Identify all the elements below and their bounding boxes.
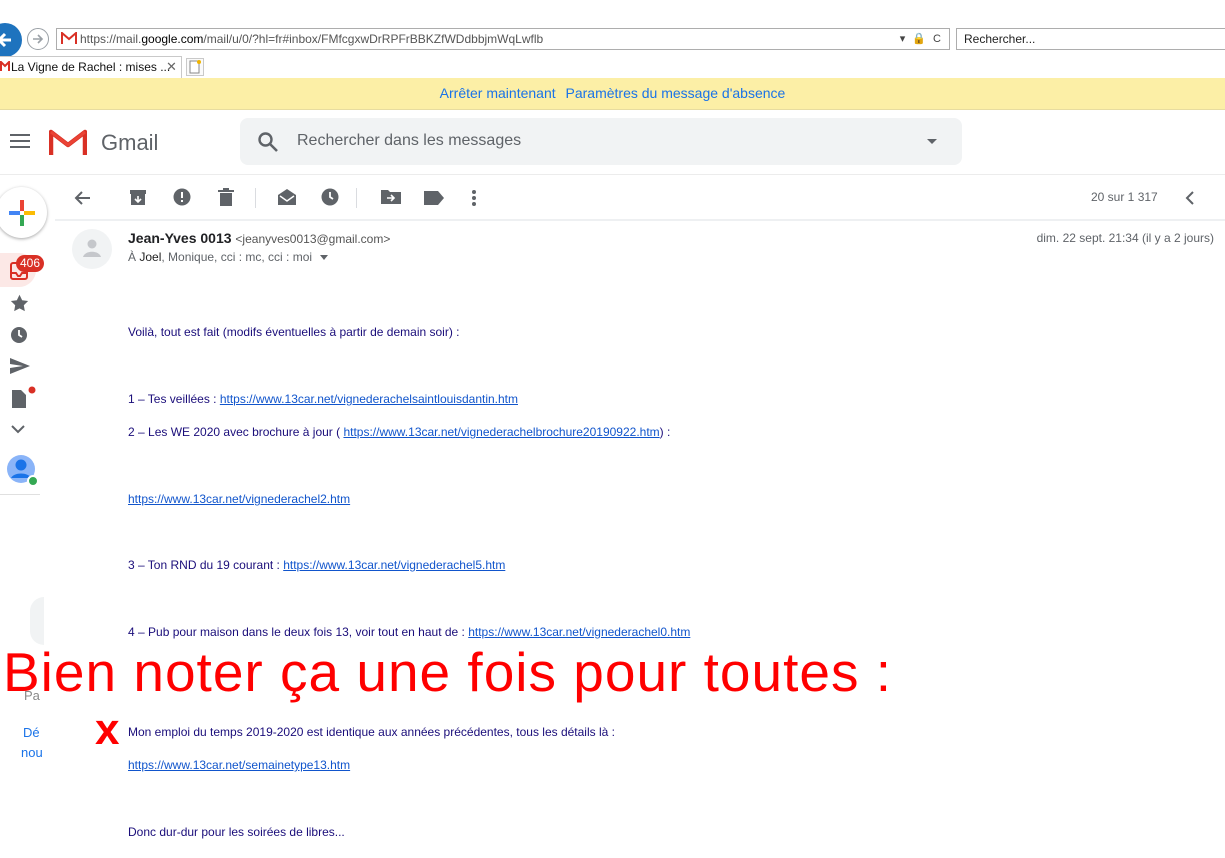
mail-search-placeholder: Rechercher dans les messages (297, 132, 522, 149)
link-semainetype13[interactable]: https://www.13car.net/semainetype13.htm (128, 758, 350, 772)
chevron-down-icon[interactable] (10, 424, 26, 434)
chevron-left-icon[interactable] (1185, 191, 1195, 205)
body-line-conclusion: Donc dur-dur pour les soirées de libres.… (128, 825, 345, 839)
arrow-left-icon (0, 32, 11, 48)
body-line-we2020: 2 – Les WE 2020 avec brochure à jour ( h… (128, 425, 671, 439)
link-vignederachel2[interactable]: https://www.13car.net/vignederachel2.htm (128, 492, 350, 506)
browser-tab[interactable]: La Vigne de Rachel : mises ... ✕ (0, 56, 182, 78)
body-line-semainetype: https://www.13car.net/semainetype13.htm (128, 758, 350, 772)
url-tools[interactable]: ▾ 🔒 C (900, 29, 943, 49)
gmail-logo-icon[interactable] (49, 127, 87, 157)
body-line-pub: 4 – Pub pour maison dans le deux fois 13… (128, 625, 691, 639)
gmail-favicon-icon (0, 61, 10, 71)
rail-link-fragment-1[interactable]: Dé (23, 725, 40, 740)
person-icon (83, 239, 101, 257)
archive-icon[interactable] (129, 188, 147, 206)
stop-now-link[interactable]: Arrêter maintenant (440, 85, 556, 101)
arrow-right-icon (33, 34, 44, 44)
back-arrow-icon[interactable] (73, 190, 91, 206)
toolbar-divider (255, 188, 256, 208)
snooze-icon[interactable] (321, 188, 339, 206)
toolbar-divider (356, 188, 357, 208)
link-veillees[interactable]: https://www.13car.net/vignederachelsaint… (220, 392, 518, 406)
message-counter: 20 sur 1 317 (1091, 190, 1158, 204)
body-line-intro: Voilà, tout est fait (modifs éventuelles… (128, 325, 460, 339)
rail-divider (0, 494, 40, 495)
annotation-x-mark: x (95, 705, 120, 754)
browser-forward-button[interactable] (27, 28, 49, 50)
search-options-icon[interactable] (926, 138, 938, 145)
link-vignederachel0[interactable]: https://www.13car.net/vignederachel0.htm (468, 625, 690, 639)
clock-icon[interactable] (10, 326, 28, 344)
inbox-unread-badge: 406 (16, 255, 45, 272)
search-icon[interactable] (257, 131, 279, 153)
rail-link-fragment-2[interactable]: nou (21, 745, 43, 760)
toolbar-divider-line (55, 219, 1225, 221)
recipients-rest: , Monique, cci : mc, cci : moi (161, 250, 313, 264)
main-menu-icon[interactable] (10, 133, 30, 149)
avatar[interactable] (6, 454, 40, 488)
tab-title: La Vigne de Rachel : mises ... (11, 60, 171, 74)
new-tab-icon (189, 60, 201, 74)
sender-name[interactable]: Jean-Yves 0013 (128, 230, 232, 246)
plus-icon (9, 200, 35, 226)
recipients-prefix: À (128, 250, 140, 264)
tab-strip: La Vigne de Rachel : mises ... ✕ (0, 56, 1225, 79)
url-bar[interactable]: https://mail.google.com/mail/u/0/?hl=fr#… (56, 28, 950, 50)
star-icon[interactable] (10, 294, 29, 312)
trash-icon[interactable] (218, 188, 234, 206)
sender-line: Jean-Yves 0013 <jeanyves0013@gmail.com> (128, 230, 390, 246)
browser-search-input[interactable]: Rechercher... (956, 28, 1225, 50)
close-icon[interactable]: ✕ (166, 57, 177, 77)
vacation-settings-link[interactable]: Paramètres du message d'absence (566, 85, 786, 101)
body-line-rnd: 3 – Ton RND du 19 courant : https://www.… (128, 558, 506, 572)
more-vert-icon[interactable] (471, 189, 477, 207)
report-spam-icon[interactable] (173, 188, 191, 206)
sender-email: <jeanyves0013@gmail.com> (235, 232, 391, 246)
url-text: https://mail.google.com/mail/u/0/?hl=fr#… (80, 32, 544, 46)
message-date: dim. 22 sept. 21:34 (il y a 2 jours) (1036, 231, 1214, 245)
label-icon[interactable] (424, 191, 444, 205)
rail-faded-shape (30, 597, 44, 645)
body-line-link2: https://www.13car.net/vignederachel2.htm (128, 492, 350, 506)
move-to-icon[interactable] (381, 188, 401, 204)
caret-down-icon[interactable] (320, 255, 329, 261)
recipient-main: Joel (139, 250, 162, 264)
mark-unread-icon[interactable] (277, 188, 297, 206)
vacation-banner: Arrêter maintenant Paramètres du message… (0, 78, 1225, 110)
gmail-favicon-icon (61, 32, 77, 44)
body-line-veillees: 1 – Tes veillées : https://www.13car.net… (128, 392, 518, 406)
draft-icon[interactable] (10, 386, 36, 408)
body-line-emploi: Mon emploi du temps 2019-2020 est identi… (128, 725, 615, 739)
gmail-wordmark: Gmail (101, 130, 159, 155)
sender-avatar[interactable] (72, 229, 112, 269)
compose-button[interactable] (0, 187, 47, 238)
new-tab-button[interactable] (186, 58, 204, 76)
link-vignederachel5[interactable]: https://www.13car.net/vignederachel5.htm (283, 558, 505, 572)
recipients-line[interactable]: À Joel, Monique, cci : mc, cci : moi (128, 250, 329, 264)
annotation-headline: Bien noter ça une fois pour toutes : (3, 641, 893, 703)
header-divider (0, 174, 1225, 175)
send-icon[interactable] (10, 358, 30, 374)
link-brochure[interactable]: https://www.13car.net/vignederachelbroch… (343, 425, 659, 439)
mail-search-bar[interactable]: Rechercher dans les messages (240, 118, 962, 165)
